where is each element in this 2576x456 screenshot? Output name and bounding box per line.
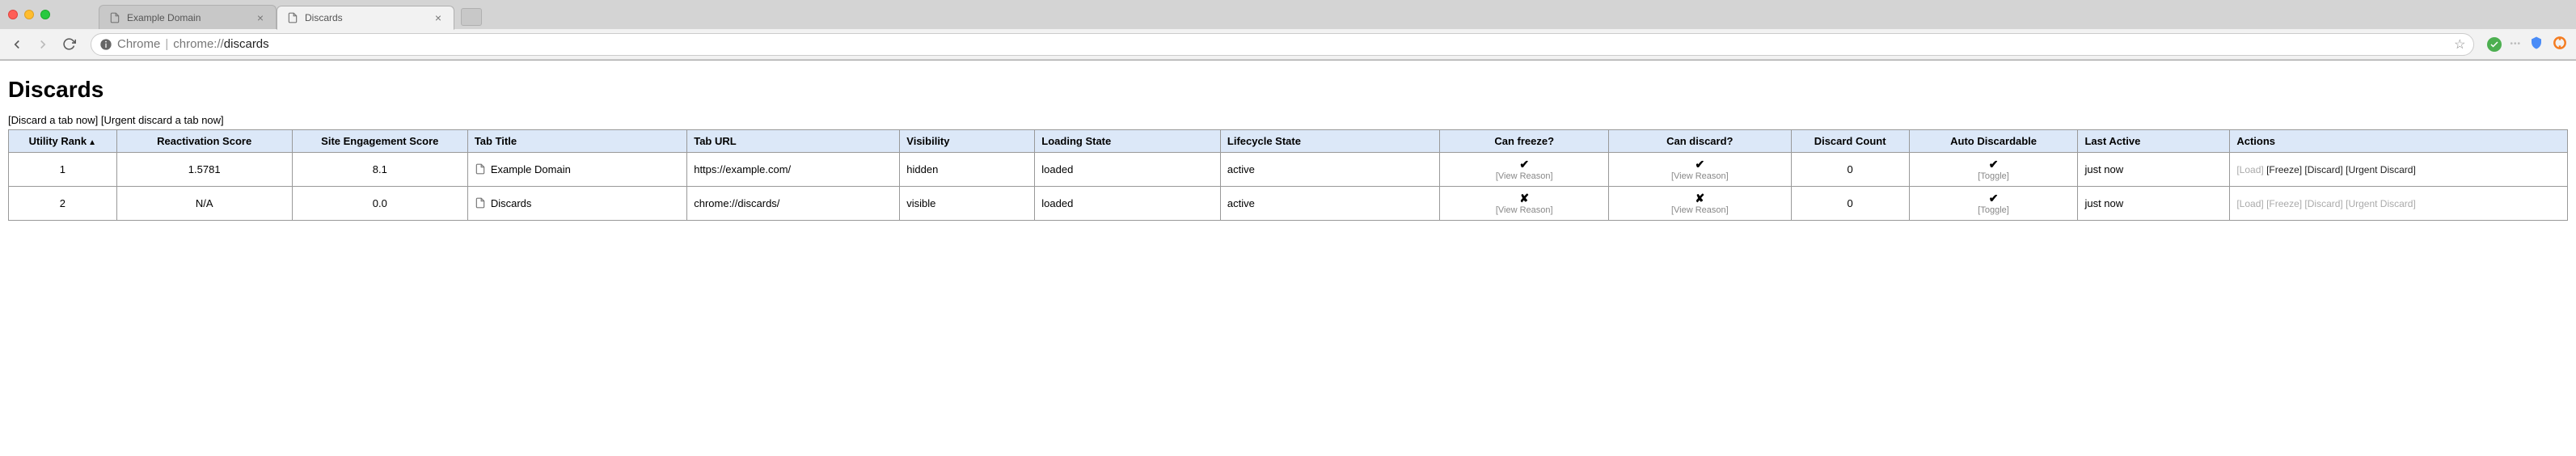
address-text: Chrome | chrome://discards <box>117 37 269 51</box>
cell-lifecycle-state: active <box>1220 153 1439 187</box>
cell-discard-count: 0 <box>1791 153 1909 187</box>
col-auto-discardable[interactable]: Auto Discardable <box>1909 130 2078 153</box>
view-reason-link[interactable]: [View Reason] <box>1615 205 1784 215</box>
new-tab-button[interactable] <box>461 8 482 26</box>
cell-tab-title: Example Domain <box>467 153 686 187</box>
address-scheme: Chrome <box>117 37 160 51</box>
cell-site-engagement-score: 0.0 <box>292 187 467 221</box>
col-reactivation-score[interactable]: Reactivation Score <box>116 130 292 153</box>
col-actions[interactable]: Actions <box>2230 130 2568 153</box>
toggle-link[interactable]: [Toggle] <box>1916 205 2071 215</box>
tab-strip: Example Domain × Discards × <box>99 0 482 29</box>
titlebar: Example Domain × Discards × <box>0 0 2576 29</box>
cell-utility-rank: 1 <box>9 153 117 187</box>
extension-icon-orange-circle[interactable] <box>2552 35 2568 53</box>
table-row: 11.57818.1Example Domainhttps://example.… <box>9 153 2568 187</box>
urgent-discard-action[interactable]: [Urgent Discard] <box>2346 164 2416 175</box>
tab-close-icon[interactable]: × <box>255 12 266 23</box>
cell-can-discard: ✔[View Reason] <box>1609 153 1791 187</box>
back-button[interactable] <box>8 36 26 53</box>
col-loading-state[interactable]: Loading State <box>1035 130 1221 153</box>
cell-auto-discardable: ✔[Toggle] <box>1909 153 2078 187</box>
extension-icon-dots[interactable]: ••• <box>2510 40 2521 49</box>
col-tab-url[interactable]: Tab URL <box>687 130 900 153</box>
page-icon <box>475 163 486 175</box>
col-discard-count[interactable]: Discard Count <box>1791 130 1909 153</box>
cell-can-freeze: ✔[View Reason] <box>1440 153 1609 187</box>
cell-lifecycle-state: active <box>1220 187 1439 221</box>
view-reason-link[interactable]: [View Reason] <box>1446 205 1602 215</box>
cell-can-freeze: ✘[View Reason] <box>1440 187 1609 221</box>
view-reason-link[interactable]: [View Reason] <box>1446 171 1602 181</box>
urgent-discard-action[interactable]: [Urgent Discard] <box>2346 198 2416 209</box>
urgent-discard-tab-now-link[interactable]: [Urgent discard a tab now] <box>101 114 224 126</box>
cell-discard-count: 0 <box>1791 187 1909 221</box>
bookmark-star-icon[interactable]: ☆ <box>2454 36 2465 53</box>
cell-loading-state: loaded <box>1035 187 1221 221</box>
cell-visibility: hidden <box>900 153 1035 187</box>
load-action[interactable]: [Load] <box>2236 198 2263 209</box>
page-heading: Discards <box>8 77 2568 103</box>
cell-last-active: just now <box>2078 153 2230 187</box>
page-content: Discards [Discard a tab now] [Urgent dis… <box>0 61 2576 229</box>
cell-site-engagement-score: 8.1 <box>292 153 467 187</box>
page-icon <box>475 197 486 209</box>
load-action[interactable]: [Load] <box>2236 164 2263 175</box>
window-maximize-button[interactable] <box>40 10 50 19</box>
table-row: 2N/A0.0Discardschrome://discards/visible… <box>9 187 2568 221</box>
discard-action[interactable]: [Discard] <box>2304 198 2342 209</box>
sort-ascending-icon: ▲ <box>88 138 96 147</box>
freeze-action[interactable]: [Freeze] <box>2266 198 2302 209</box>
toolbar: Chrome | chrome://discards ☆ ••• <box>0 29 2576 60</box>
extension-icon-shield[interactable] <box>2529 36 2544 53</box>
browser-chrome: Example Domain × Discards × <box>0 0 2576 61</box>
cell-reactivation-score: 1.5781 <box>116 153 292 187</box>
extension-icon-green-check[interactable] <box>2487 37 2502 52</box>
window-minimize-button[interactable] <box>24 10 34 19</box>
cell-utility-rank: 2 <box>9 187 117 221</box>
view-reason-link[interactable]: [View Reason] <box>1615 171 1784 181</box>
address-bar[interactable]: Chrome | chrome://discards ☆ <box>91 33 2474 56</box>
col-last-active[interactable]: Last Active <box>2078 130 2230 153</box>
browser-tab-discards[interactable]: Discards × <box>277 6 454 30</box>
reload-button[interactable] <box>60 36 78 53</box>
cell-visibility: visible <box>900 187 1035 221</box>
cell-tab-title: Discards <box>467 187 686 221</box>
toggle-link[interactable]: [Toggle] <box>1916 171 2071 181</box>
tab-title: Discards <box>305 12 426 23</box>
tab-title: Example Domain <box>127 12 248 23</box>
browser-tab-example[interactable]: Example Domain × <box>99 5 277 29</box>
top-actions: [Discard a tab now] [Urgent discard a ta… <box>8 114 2568 126</box>
table-header-row: Utility Rank▲ Reactivation Score Site En… <box>9 130 2568 153</box>
discard-action[interactable]: [Discard] <box>2304 164 2342 175</box>
window-close-button[interactable] <box>8 10 18 19</box>
cell-loading-state: loaded <box>1035 153 1221 187</box>
cell-auto-discardable: ✔[Toggle] <box>1909 187 2078 221</box>
site-info-icon[interactable] <box>99 38 112 51</box>
col-lifecycle-state[interactable]: Lifecycle State <box>1220 130 1439 153</box>
cell-tab-url: https://example.com/ <box>687 153 900 187</box>
cell-actions: [Load] [Freeze] [Discard] [Urgent Discar… <box>2230 187 2568 221</box>
discards-table: Utility Rank▲ Reactivation Score Site En… <box>8 129 2568 221</box>
col-utility-rank[interactable]: Utility Rank▲ <box>9 130 117 153</box>
window-controls <box>8 10 50 19</box>
page-icon <box>287 12 298 23</box>
cell-reactivation-score: N/A <box>116 187 292 221</box>
freeze-action[interactable]: [Freeze] <box>2266 164 2302 175</box>
col-can-freeze[interactable]: Can freeze? <box>1440 130 1609 153</box>
cell-can-discard: ✘[View Reason] <box>1609 187 1791 221</box>
page-icon <box>109 12 120 23</box>
col-site-engagement-score[interactable]: Site Engagement Score <box>292 130 467 153</box>
col-visibility[interactable]: Visibility <box>900 130 1035 153</box>
forward-button[interactable] <box>34 36 52 53</box>
tab-close-icon[interactable]: × <box>433 12 444 23</box>
cell-last-active: just now <box>2078 187 2230 221</box>
col-can-discard[interactable]: Can discard? <box>1609 130 1791 153</box>
col-tab-title[interactable]: Tab Title <box>467 130 686 153</box>
cell-actions: [Load] [Freeze] [Discard] [Urgent Discar… <box>2230 153 2568 187</box>
discard-tab-now-link[interactable]: [Discard a tab now] <box>8 114 98 126</box>
cell-tab-url: chrome://discards/ <box>687 187 900 221</box>
